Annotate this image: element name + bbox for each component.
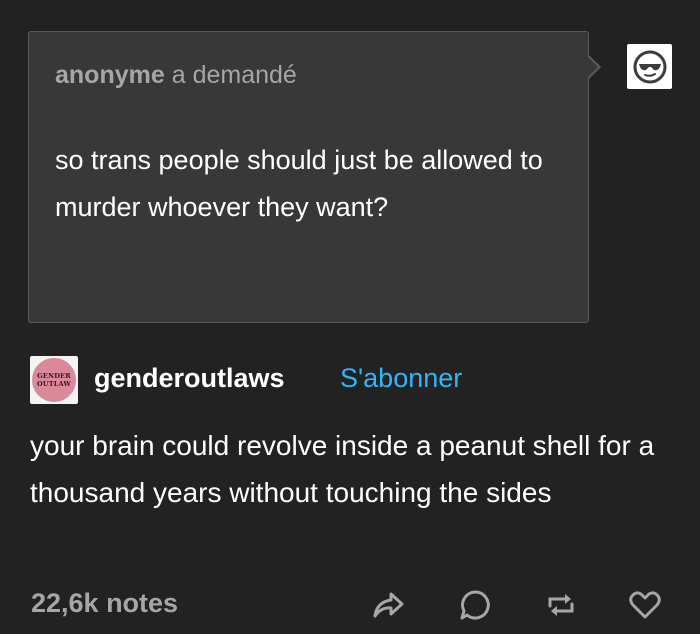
- anon-avatar[interactable]: [627, 44, 672, 89]
- avatar-text-line2: OUTLAW: [37, 380, 71, 388]
- answer-text: your brain could revolve inside a peanut…: [30, 430, 655, 508]
- blog-avatar[interactable]: GENDER OUTLAW: [30, 356, 78, 404]
- share-button[interactable]: [368, 585, 408, 625]
- ask-box: anonyme a demandé so trans people should…: [28, 31, 589, 323]
- asker-name[interactable]: anonyme: [55, 61, 165, 89]
- follow-button[interactable]: S'abonner: [340, 363, 462, 394]
- notes-count[interactable]: 22,6k notes: [31, 588, 178, 619]
- like-icon: [629, 591, 661, 619]
- blog-avatar-image: GENDER OUTLAW: [32, 358, 76, 402]
- ask-pointer-fill: [587, 56, 598, 78]
- asked-label: a demandé: [171, 61, 297, 89]
- asker-line: anonyme a demandé: [55, 61, 297, 90]
- reply-button[interactable]: [455, 585, 495, 625]
- share-icon: [373, 592, 404, 618]
- like-button[interactable]: [625, 585, 665, 625]
- avatar-text-line1: GENDER: [37, 372, 71, 380]
- reblog-icon: [548, 594, 574, 616]
- sunglasses-face-icon: [633, 50, 666, 83]
- reblog-button[interactable]: [541, 585, 581, 625]
- question-text: so trans people should just be allowed t…: [55, 145, 543, 222]
- blog-name[interactable]: genderoutlaws: [94, 363, 285, 394]
- reply-icon: [460, 590, 490, 620]
